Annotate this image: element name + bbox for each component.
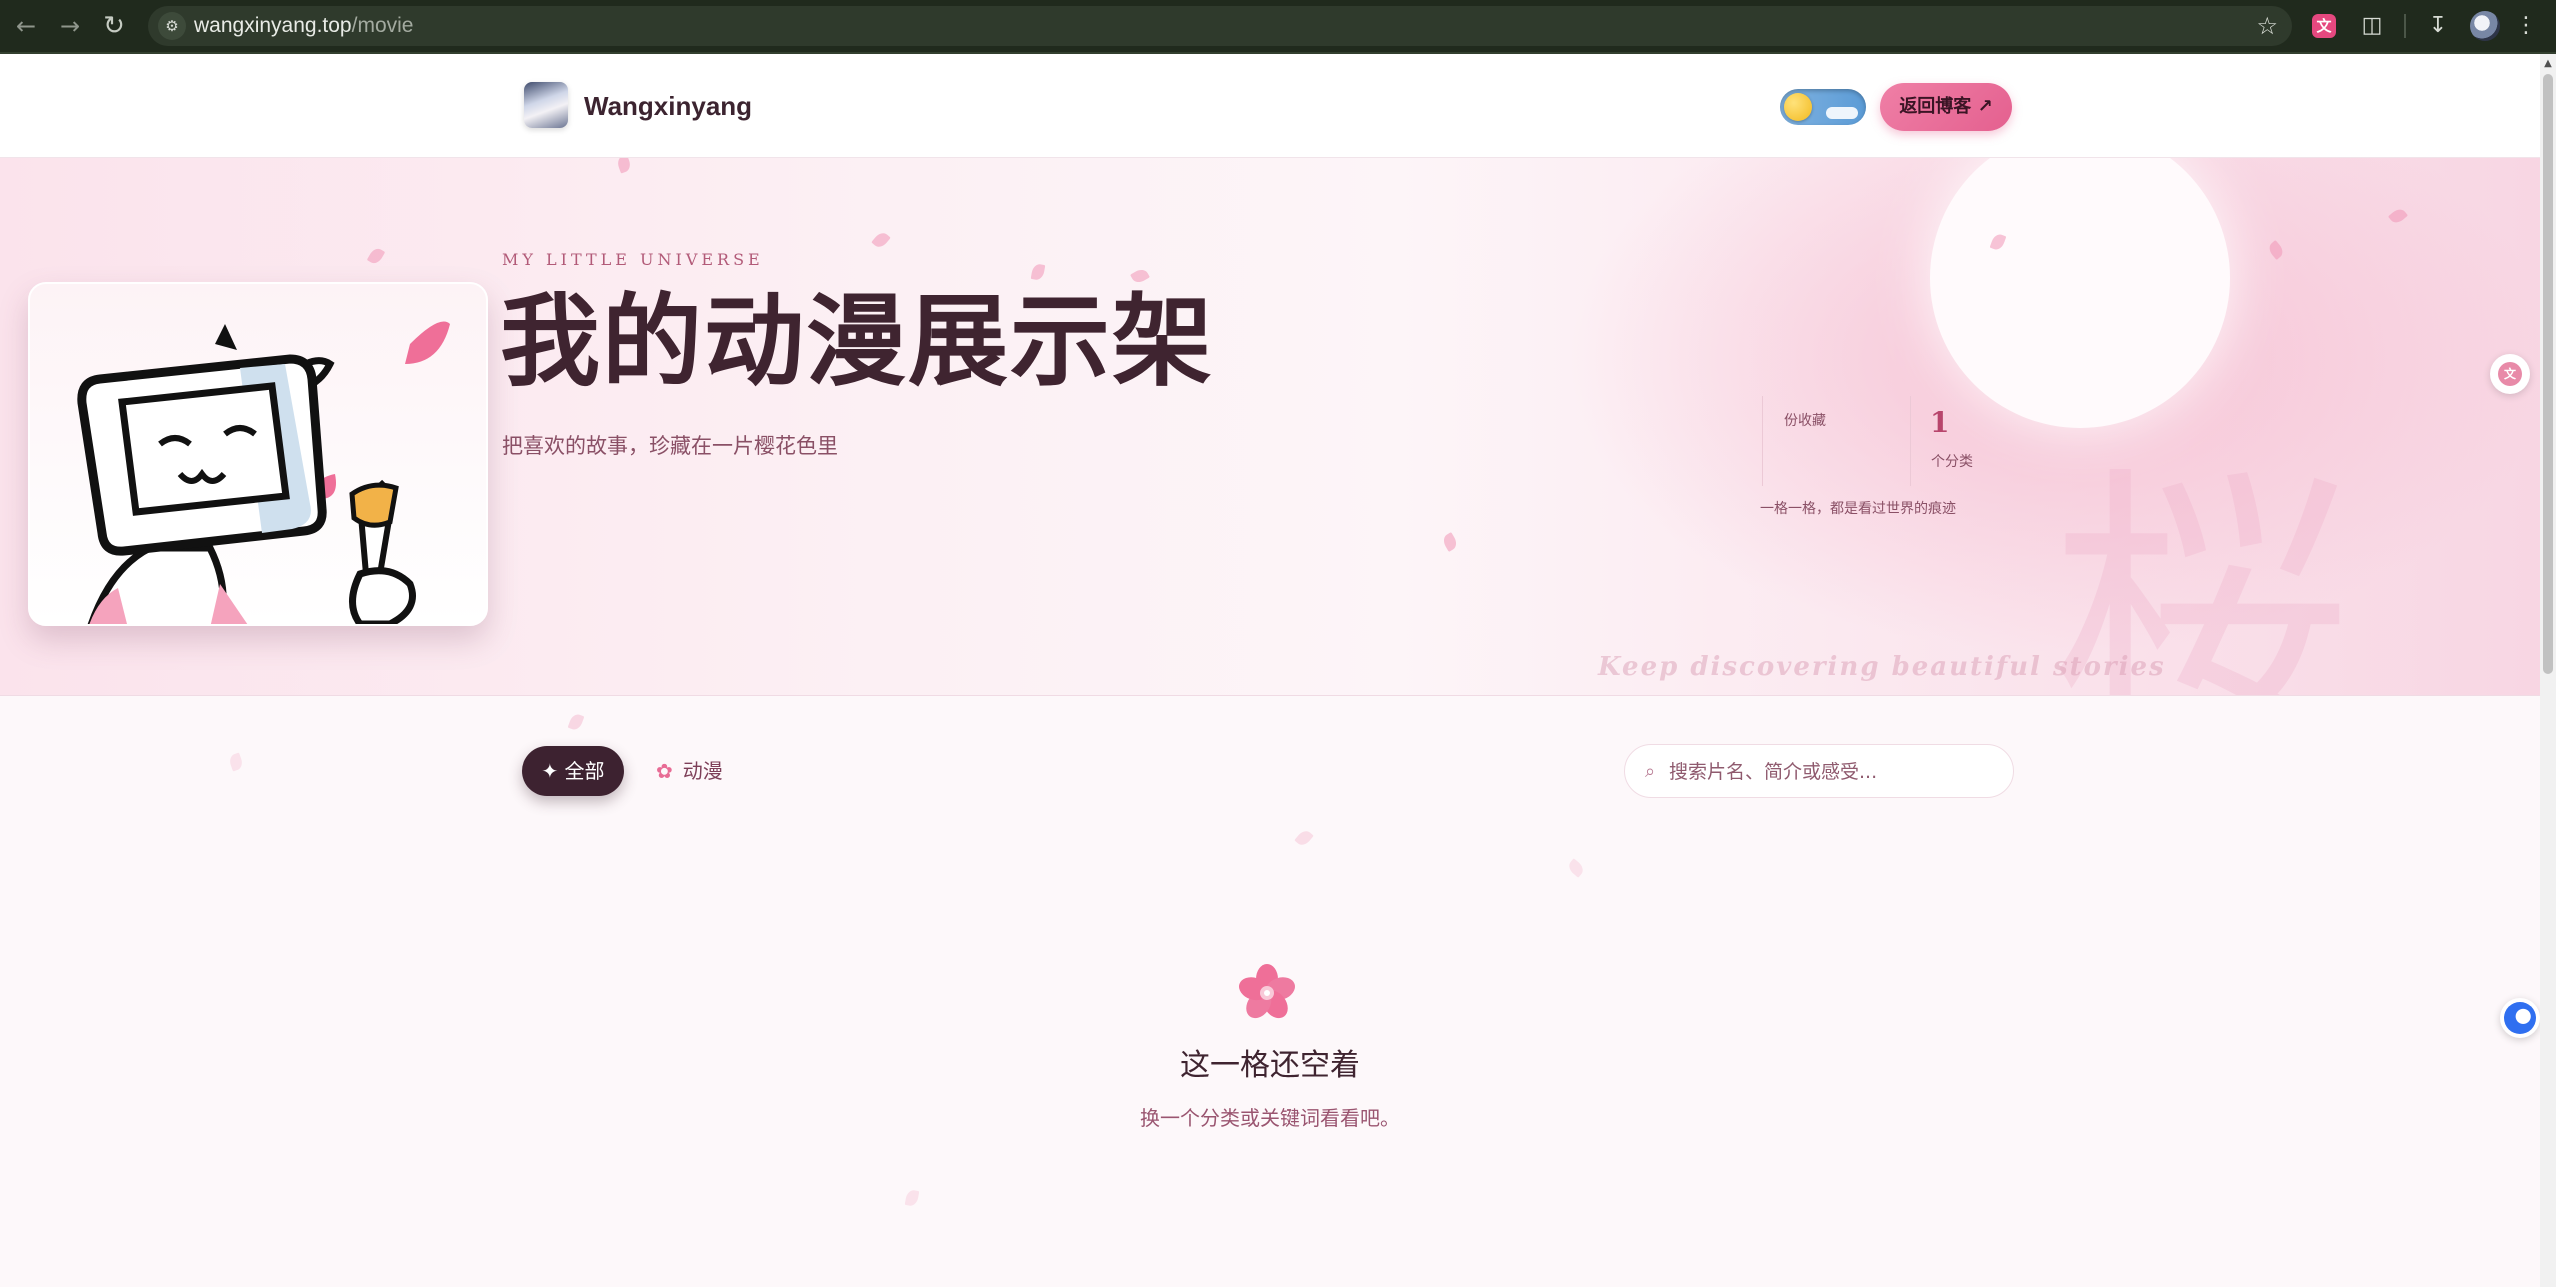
translate-extension-icon[interactable]: 文 <box>2312 14 2336 38</box>
theme-toggle[interactable] <box>1780 89 1866 125</box>
petal-decoration <box>1440 532 1460 552</box>
sakura-flower-icon <box>1239 964 1295 1019</box>
petal-decoration <box>1294 828 1314 848</box>
more-menu-icon[interactable]: ⋮ <box>2512 12 2540 40</box>
search-input[interactable] <box>1669 753 1999 791</box>
scroll-up-arrow-icon[interactable]: ▲ <box>2540 58 2556 69</box>
filter-anime-button[interactable]: ✿ 动漫 <box>656 754 723 788</box>
back-arrow-icon[interactable]: ← <box>10 10 42 42</box>
page-viewport: Wangxinyang 返回博客 ↗ 桜 MY LITTLE UNIVERSE … <box>0 54 2540 1287</box>
petal-decoration <box>904 1189 920 1207</box>
site-header: Wangxinyang 返回博客 ↗ <box>0 54 2540 158</box>
stat-divider-left <box>1762 396 1763 486</box>
browser-toolbar: ← → ↻ ⚙ wangxinyang.top/movie ☆ 文 ◫ ↧ ⋮ <box>0 0 2556 54</box>
download-icon[interactable]: ↧ <box>2424 12 2452 40</box>
page-title: 我的动漫展示架 <box>500 282 1214 400</box>
category-count: 1 <box>1930 406 1950 439</box>
petal-decoration <box>1566 858 1586 878</box>
back-to-blog-button[interactable]: 返回博客 ↗ <box>1880 83 2012 131</box>
extensions-puzzle-icon[interactable]: ◫ <box>2358 12 2386 40</box>
empty-state-subtitle: 换一个分类或关键词看看吧。 <box>1140 1106 1400 1130</box>
reload-icon[interactable]: ↻ <box>98 10 130 42</box>
hero-eyebrow: MY LITTLE UNIVERSE <box>502 250 764 269</box>
chat-icon <box>2504 1002 2536 1034</box>
translate-icon: 文 <box>2498 362 2522 386</box>
filter-all-button[interactable]: ✦ 全部 <box>522 746 624 796</box>
petal-decoration <box>615 158 633 174</box>
petal-decoration <box>2388 206 2408 226</box>
site-info-icon[interactable]: ⚙ <box>158 12 186 40</box>
profile-avatar[interactable] <box>2470 11 2500 41</box>
hero-mascot-image <box>28 282 488 626</box>
sun-icon <box>1784 93 1812 121</box>
category-count-label: 个分类 <box>1931 454 1973 470</box>
search-box[interactable]: ⌕ <box>1624 744 2014 798</box>
page-scrollbar[interactable]: ▲ <box>2540 54 2556 1287</box>
stats-note: 一格一格，都是看过世界的痕迹 <box>1760 501 1956 517</box>
floating-translate-button[interactable]: 文 <box>2490 354 2530 394</box>
scrollbar-thumb[interactable] <box>2543 74 2553 674</box>
site-name[interactable]: Wangxinyang <box>584 84 752 128</box>
petal-decoration <box>2266 240 2286 260</box>
collection-count-label: 份收藏 <box>1784 413 1826 429</box>
stat-divider-mid <box>1910 396 1911 486</box>
petal-decoration <box>871 230 891 250</box>
floating-chat-button[interactable] <box>2500 998 2540 1038</box>
site-logo[interactable] <box>524 82 568 128</box>
petal-decoration <box>567 712 585 732</box>
hero-subtitle: 把喜欢的故事，珍藏在一片樱花色里 <box>502 434 838 458</box>
hero-script-tagline: Keep discovering beautiful stories <box>1598 652 2166 682</box>
sakura-flower-icon: ✿ <box>656 759 673 783</box>
toolbar-divider <box>2404 14 2406 38</box>
petal-decoration <box>227 752 245 772</box>
moon-decoration <box>1930 158 2230 428</box>
petal-decoration <box>366 246 386 266</box>
tv-mascot-illustration <box>77 321 450 624</box>
address-bar[interactable]: ⚙ wangxinyang.top/movie ☆ <box>148 6 2292 46</box>
search-icon: ⌕ <box>1645 761 1656 782</box>
hero-banner: 桜 MY LITTLE UNIVERSE 我的动漫展示架 把喜欢的故事，珍藏在一… <box>0 158 2540 696</box>
bookmark-star-icon[interactable]: ☆ <box>2256 10 2278 42</box>
url-text[interactable]: wangxinyang.top/movie <box>194 6 413 46</box>
empty-state-title: 这一格还空着 <box>1180 1048 1360 1083</box>
forward-arrow-icon[interactable]: → <box>54 10 86 42</box>
filter-anime-label: 动漫 <box>682 759 723 783</box>
cloud-icon <box>1826 107 1858 119</box>
